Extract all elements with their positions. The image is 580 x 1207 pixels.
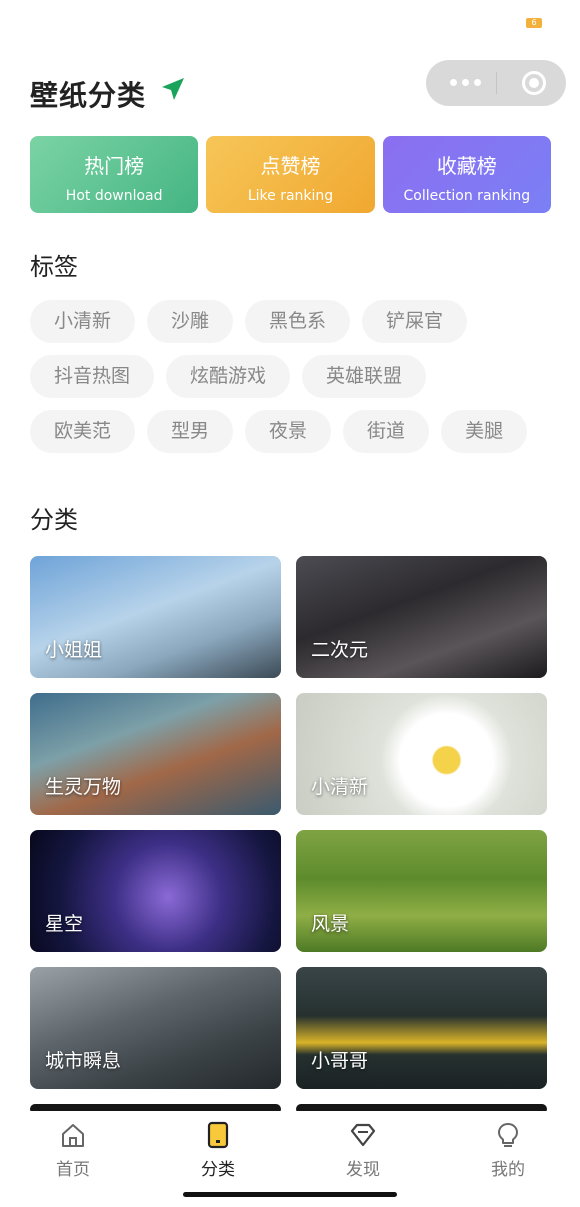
tag-chip[interactable]: 抖音热图 [30, 355, 155, 398]
tag-chip[interactable]: 夜景 [245, 410, 332, 453]
tag-chip[interactable]: 欧美范 [30, 410, 136, 453]
tag-row: 小清新 沙雕 黑色系 铲屎官 [30, 300, 551, 343]
tag-chip[interactable]: 英雄联盟 [302, 355, 427, 398]
capsule-divider [496, 72, 497, 94]
category-card[interactable]: 星空 [30, 830, 281, 952]
ranking-subtitle: Like ranking [247, 188, 334, 204]
status-bar: 6 [0, 0, 580, 50]
home-icon [62, 1124, 84, 1147]
header: 壁纸分类 [30, 60, 566, 120]
tag-chip[interactable]: 沙雕 [147, 300, 234, 343]
category-label: 风景 [311, 913, 350, 935]
category-label: 城市瞬息 [45, 1050, 122, 1072]
page-title: 壁纸分类 [30, 79, 147, 112]
nav-item-home[interactable]: 首页 [33, 1121, 113, 1180]
category-icon [207, 1121, 229, 1149]
categories-section-title: 分类 [30, 506, 78, 534]
send-icon [162, 78, 184, 100]
nav-label: 发现 [346, 1160, 380, 1180]
bulb-icon [498, 1123, 518, 1147]
tag-row: 抖音热图 炫酷游戏 英雄联盟 [30, 355, 551, 398]
category-card[interactable]: 小哥哥 [296, 967, 547, 1089]
ranking-title: 收藏榜 [436, 154, 497, 178]
category-card[interactable]: 生灵万物 [30, 693, 281, 815]
tag-chip[interactable]: 美腿 [441, 410, 528, 453]
like-ranking-card[interactable]: 点赞榜 Like ranking [206, 136, 375, 213]
more-dot-icon [462, 79, 469, 86]
tag-chip[interactable]: 街道 [343, 410, 430, 453]
home-indicator [183, 1192, 397, 1197]
ranking-subtitle: Collection ranking [403, 188, 531, 204]
nav-item-mine[interactable]: 我的 [468, 1121, 548, 1180]
hot-download-card[interactable]: 热门榜 Hot download [30, 136, 199, 213]
category-label: 小清新 [311, 776, 369, 798]
nav-label: 分类 [201, 1160, 235, 1180]
category-card[interactable]: 二次元 [296, 556, 547, 678]
tag-chip[interactable]: 黑色系 [245, 300, 351, 343]
more-dot-icon [474, 79, 481, 86]
ranking-title: 热门榜 [84, 154, 145, 178]
tags-section-title: 标签 [30, 253, 78, 281]
more-dot-icon [450, 79, 457, 86]
category-label: 生灵万物 [45, 776, 122, 798]
nav-item-category[interactable]: 分类 [178, 1121, 258, 1180]
ranking-subtitle: Hot download [65, 188, 163, 204]
category-label: 小哥哥 [311, 1050, 369, 1072]
mini-program-capsule [426, 60, 566, 106]
battery-indicator: 6 [526, 18, 542, 28]
collection-ranking-card[interactable]: 收藏榜 Collection ranking [382, 136, 551, 213]
tag-chip[interactable]: 小清新 [30, 300, 136, 343]
ranking-row: 热门榜 Hot download 点赞榜 Like ranking 收藏榜 Co… [30, 136, 551, 213]
tag-chip[interactable]: 炫酷游戏 [166, 355, 291, 398]
category-label: 二次元 [311, 639, 369, 661]
diamond-icon [350, 1123, 376, 1147]
category-card[interactable]: 小清新 [296, 693, 547, 815]
more-button[interactable] [448, 75, 488, 91]
category-card[interactable]: 风景 [296, 830, 547, 952]
category-label: 星空 [45, 913, 84, 935]
close-target-icon[interactable] [522, 71, 546, 95]
tag-row: 欧美范 型男 夜景 街道 美腿 [30, 410, 551, 453]
category-card[interactable]: 小姐姐 [30, 556, 281, 678]
category-card[interactable]: 城市瞬息 [30, 967, 281, 1089]
nav-item-discover[interactable]: 发现 [323, 1121, 403, 1180]
ranking-title: 点赞榜 [260, 154, 321, 178]
nav-label: 首页 [56, 1160, 90, 1180]
category-label: 小姐姐 [45, 639, 103, 661]
tag-list: 小清新 沙雕 黑色系 铲屎官 抖音热图 炫酷游戏 英雄联盟 欧美范 型男 夜景 … [30, 300, 551, 465]
tag-chip[interactable]: 铲屎官 [362, 300, 468, 343]
nav-label: 我的 [491, 1160, 525, 1180]
tag-chip[interactable]: 型男 [147, 410, 234, 453]
